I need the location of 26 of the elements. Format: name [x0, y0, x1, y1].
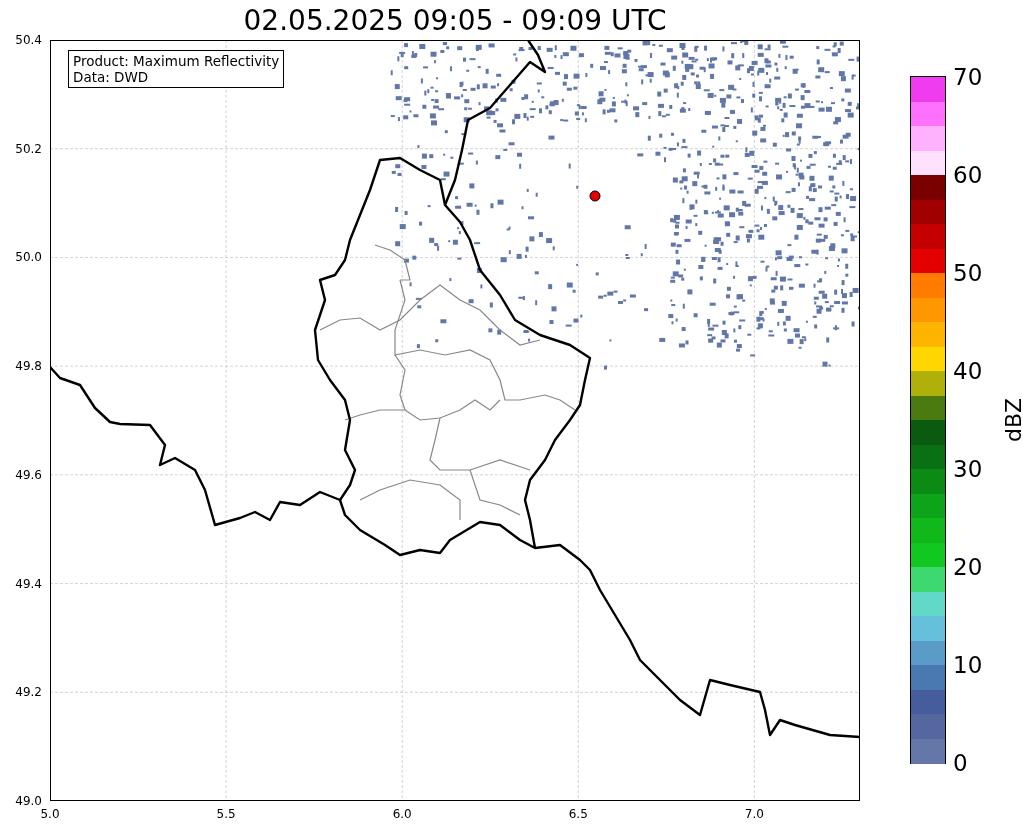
colorbar-tick-label: 70 — [953, 64, 983, 90]
radar-site-marker — [589, 190, 601, 202]
legend-text: Product: Maximum Reflectivity — [73, 53, 280, 69]
legend-text: Data: DWD — [73, 69, 150, 85]
colorbar-label: dBZ — [1000, 397, 1023, 443]
x-tick-label: 6.0 — [392, 807, 412, 821]
colorbar-tick-label: 60 — [953, 162, 983, 188]
y-tick-label: 49.8 — [15, 359, 42, 374]
colorbar-tick-label: 10 — [953, 652, 983, 678]
colorbar-tick-label: 50 — [953, 260, 983, 286]
y-tick-label: 49.2 — [15, 685, 42, 700]
x-tick-label: 7.0 — [744, 807, 764, 821]
y-tick-label: 49.4 — [15, 576, 42, 591]
y-tick-label: 49.6 — [15, 467, 42, 482]
colorbar-tick-label: 30 — [953, 456, 983, 482]
colorbar-tick-label: 20 — [953, 554, 983, 580]
y-tick-label: 49.0 — [15, 794, 42, 808]
x-tick-label: 5.5 — [216, 807, 236, 821]
colorbar-tick-label: 40 — [953, 358, 983, 384]
y-tick-label: 50.0 — [15, 250, 42, 265]
colorbar-tick-label: 0 — [953, 750, 968, 776]
chart-title: 02.05.2025 09:05 - 09:09 UTC — [243, 4, 667, 39]
x-tick-label: 6.5 — [568, 807, 588, 821]
x-tick-label: 5.0 — [40, 807, 60, 821]
y-tick-label: 50.2 — [15, 141, 42, 156]
y-tick-label: 50.4 — [15, 33, 42, 47]
